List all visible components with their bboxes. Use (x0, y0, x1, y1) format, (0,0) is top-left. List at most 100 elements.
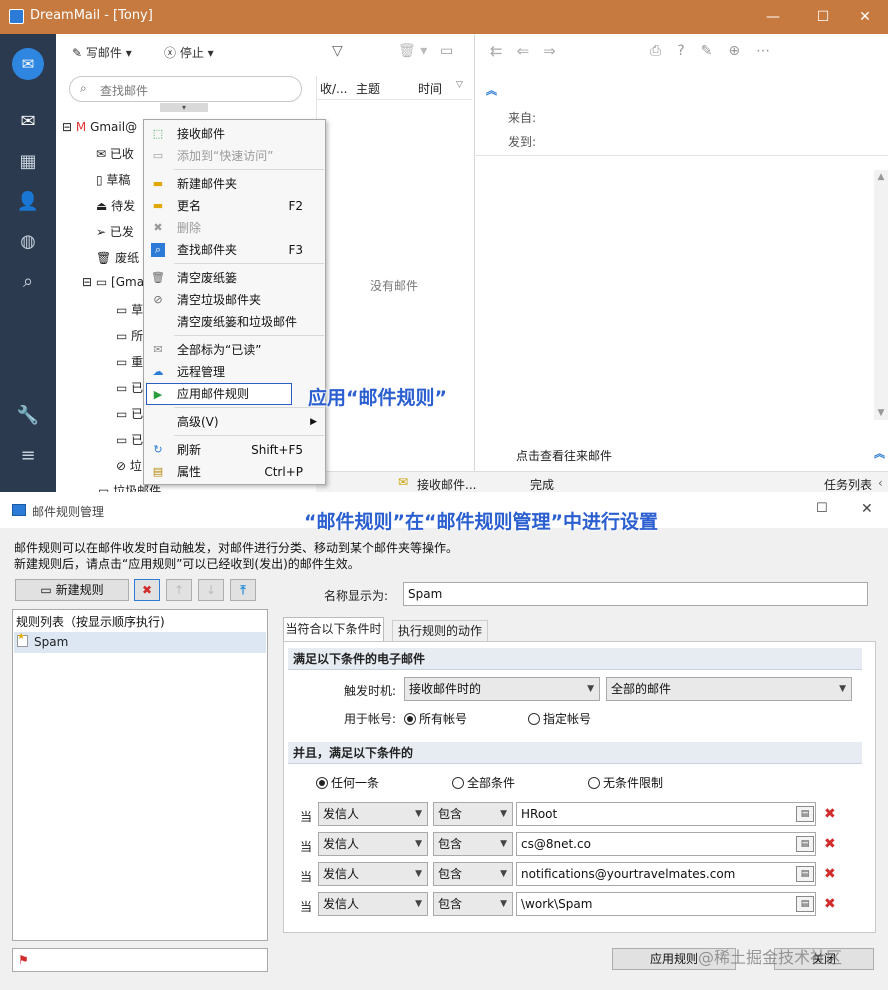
contacts-icon[interactable]: 👤 (12, 186, 44, 218)
address-book-icon[interactable]: ▤ (796, 806, 814, 822)
col-time[interactable]: 时间 (418, 80, 442, 97)
delete-icon[interactable]: 🗑 ▾ (398, 43, 427, 59)
menu-find-folder[interactable]: ⌕ 查找邮件夹 F3 (144, 239, 325, 261)
condition-operator-select[interactable]: 包含 ▼ (433, 802, 513, 826)
stop-button[interactable]: ⓧ 停止 ▾ (164, 44, 214, 61)
condition-value-input[interactable]: HRoot (516, 802, 816, 826)
col-from[interactable]: 收/... (320, 80, 348, 97)
subfolder[interactable]: ▭ 所 (116, 327, 143, 344)
menu-advanced[interactable]: 高级(V) ▶ (144, 411, 325, 433)
scope-select[interactable]: 全部的邮件 ▼ (606, 677, 852, 701)
scrollbar[interactable]: ▲ ▼ (874, 170, 888, 420)
condition-field-select[interactable]: 发信人 ▼ (318, 892, 428, 916)
menu-rename[interactable]: ▬ 更名 F2 (144, 195, 325, 217)
folder-trash[interactable]: 🗑 废纸 (96, 249, 139, 266)
subfolder[interactable]: ▭ 重 (116, 353, 143, 370)
radio-none[interactable]: 无条件限制 (588, 774, 663, 791)
address-book-icon[interactable]: ▤ (796, 866, 814, 882)
close-button[interactable]: ✕ (842, 4, 888, 30)
dialog-close-button[interactable]: ✕ (861, 501, 873, 517)
subfolder[interactable]: ▭ 已 (116, 405, 143, 422)
menu-empty-junk[interactable]: ⊘ 清空垃圾邮件夹 (144, 289, 325, 311)
delete-condition-icon[interactable]: ✖ (824, 896, 836, 912)
folder-gmail-group[interactable]: ⊟ ▭ [Gma (82, 275, 144, 289)
calendar-icon[interactable]: ▦ (12, 146, 44, 178)
menu-mark-all-read[interactable]: ✉ 全部标为“已读” (144, 339, 325, 361)
move-top-button[interactable]: ⤒ (230, 579, 256, 601)
rule-filter-field[interactable]: ⚑ (12, 948, 268, 972)
maximize-button[interactable]: ☐ (800, 4, 846, 30)
mail-icon[interactable]: ✉ (12, 106, 44, 138)
more-icon[interactable]: ⋯ (756, 43, 786, 59)
radio-all[interactable]: 全部条件 (452, 774, 515, 791)
tree-account[interactable]: ⊟ M Gmail@ (62, 120, 137, 134)
menu-empty-trash-and-junk[interactable]: 清空废纸篓和垃圾邮件 (144, 311, 325, 333)
rule-name-input[interactable]: Spam (403, 582, 868, 606)
menu-delete[interactable]: ✖ 删除 (144, 217, 325, 239)
rule-item-spam[interactable]: ★ Spam (14, 632, 266, 653)
minimize-button[interactable]: — (750, 4, 796, 30)
menu-new-folder[interactable]: ▬ 新建邮件夹 (144, 173, 325, 195)
subfolder[interactable]: ▭ 草 (116, 301, 143, 318)
task-list-button[interactable]: 任务列表 (824, 476, 872, 493)
condition-value-input[interactable]: cs@8net.co (516, 832, 816, 856)
tab-actions[interactable]: 执行规则的动作 (392, 620, 488, 641)
delete-condition-icon[interactable]: ✖ (824, 836, 836, 852)
folder-sent[interactable]: ➢ 已发 (96, 223, 134, 240)
zoom-icon[interactable]: ⊕ (728, 43, 756, 59)
reply-icon[interactable]: ⇐ (517, 42, 544, 60)
menu-remote-manage[interactable]: ☁ 远程管理 (144, 361, 325, 383)
compose-button[interactable]: ✎ 写邮件 ▾ (72, 44, 132, 61)
filter-icon[interactable]: ▽ (332, 43, 343, 59)
print-icon[interactable]: ⎙ (650, 43, 677, 59)
radio-any[interactable]: 任何一条 (316, 774, 379, 791)
view-exchange-link[interactable]: 点击查看往来邮件 (516, 447, 612, 464)
condition-field-select[interactable]: 发信人 ▼ (318, 832, 428, 856)
search-input[interactable]: ⌕ 查找邮件 (69, 76, 302, 102)
address-book-icon[interactable]: ▤ (796, 896, 814, 912)
rule-list[interactable]: 规则列表（按显示顺序执行) ★ Spam (12, 609, 268, 941)
condition-operator-select[interactable]: 包含 ▼ (433, 892, 513, 916)
mail-logo-icon[interactable]: ✉ (12, 48, 44, 80)
forward-icon[interactable]: ⇒ (543, 42, 570, 60)
condition-field-select[interactable]: 发信人 ▼ (318, 862, 428, 886)
col-subject[interactable]: 主题 (356, 80, 380, 97)
new-rule-button[interactable]: ▭ 新建规则 (15, 579, 129, 601)
menu-properties[interactable]: ▤ 属性 Ctrl+P (144, 461, 325, 483)
condition-value-input[interactable]: \work\Spam (516, 892, 816, 916)
chat-icon[interactable]: ▭ (440, 43, 453, 59)
trigger-select[interactable]: 接收邮件时的 ▼ (404, 677, 600, 701)
dialog-maximize-button[interactable]: ☐ (816, 501, 828, 516)
move-up-button[interactable]: ↑ (166, 579, 192, 601)
delete-condition-icon[interactable]: ✖ (824, 866, 836, 882)
folder-inbox[interactable]: ✉ 已收 (96, 145, 134, 162)
address-book-icon[interactable]: ▤ (796, 836, 814, 852)
expand-icon[interactable]: ︽ (874, 445, 885, 461)
folder-outbox[interactable]: ⏏ 待发 (96, 197, 135, 214)
menu-add-quick-access[interactable]: ▭ 添加到“快速访问” (144, 145, 325, 167)
subfolder[interactable]: ▭ 已 (116, 379, 143, 396)
menu-receive-mail[interactable]: ⬚ 接收邮件 (144, 123, 325, 145)
collapse-header-icon[interactable]: ︽ (486, 82, 497, 98)
menu-empty-trash[interactable]: 🗑 清空废纸篓 (144, 267, 325, 289)
subfolder[interactable]: ▭ 已 (116, 431, 143, 448)
condition-value-input[interactable]: notifications@yourtravelmates.com (516, 862, 816, 886)
condition-operator-select[interactable]: 包含 ▼ (433, 862, 513, 886)
task-list-arrow-icon[interactable]: ‹ (878, 476, 883, 490)
tools-icon[interactable]: 🔧 (12, 400, 44, 432)
move-down-button[interactable]: ↓ (198, 579, 224, 601)
condition-operator-select[interactable]: 包含 ▼ (433, 832, 513, 856)
collapse-handle[interactable]: ▾ (160, 103, 208, 112)
menu-refresh[interactable]: ↻ 刷新 Shift+F5 (144, 439, 325, 461)
sort-icon[interactable]: ▽ (456, 80, 463, 90)
search-icon[interactable]: ⌕ (12, 266, 44, 298)
condition-field-select[interactable]: 发信人 ▼ (318, 802, 428, 826)
delete-condition-icon[interactable]: ✖ (824, 806, 836, 822)
radio-all-accounts[interactable]: 所有帐号 (404, 710, 467, 727)
delete-rule-button[interactable]: ✖ (134, 579, 160, 601)
menu-icon[interactable]: ≡ (12, 440, 44, 472)
reply-all-icon[interactable]: ⇇ (490, 42, 517, 60)
globe-icon[interactable]: ◍ (12, 226, 44, 258)
folder-drafts[interactable]: ▯ 草稿 (96, 171, 130, 188)
tab-conditions[interactable]: 当符合以下条件时 (283, 617, 384, 641)
